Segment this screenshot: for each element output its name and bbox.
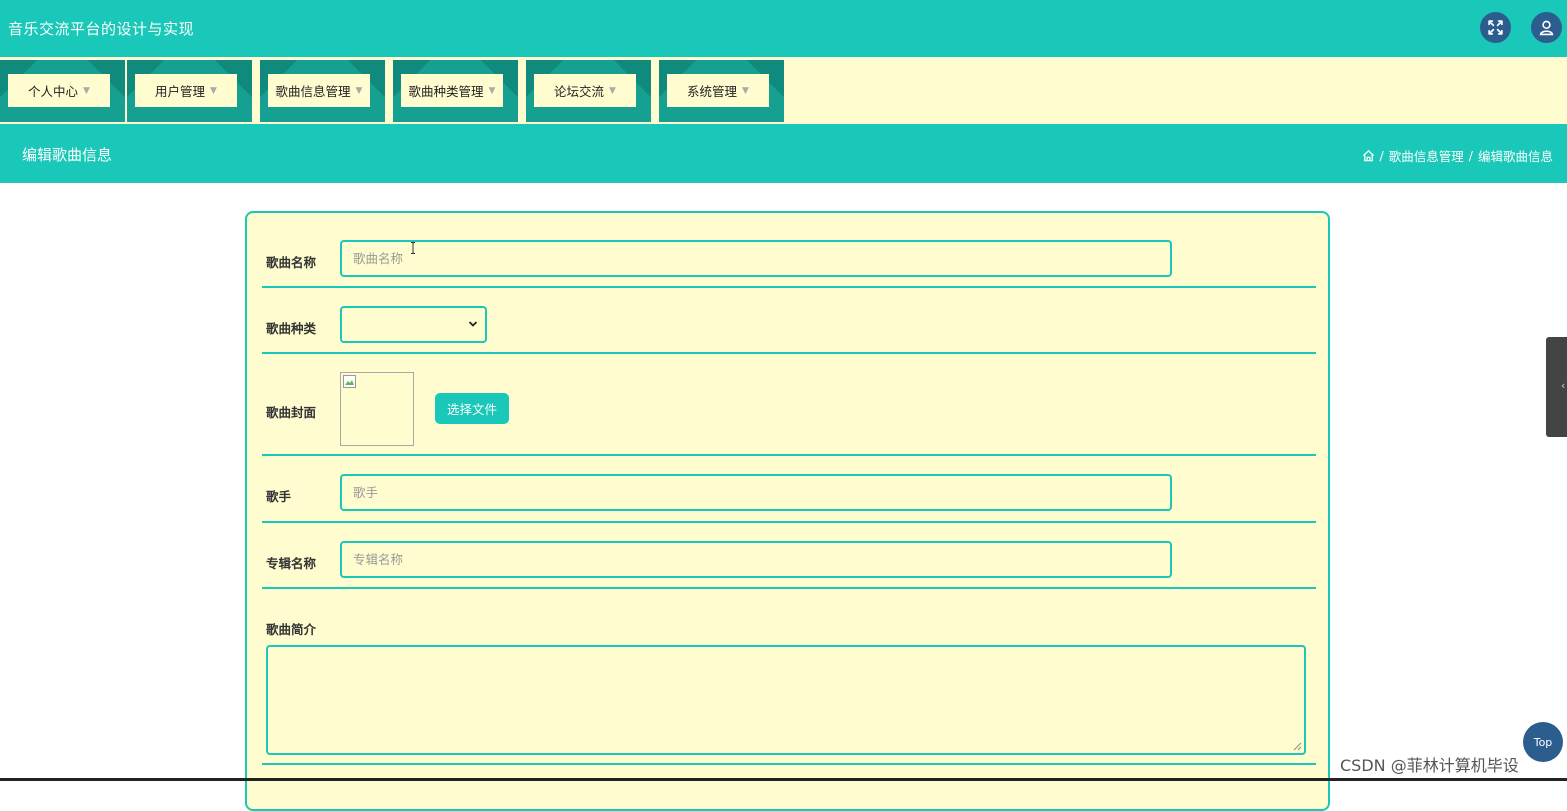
form-row-song-type: 歌曲种类 bbox=[262, 288, 1316, 354]
intro-label: 歌曲简介 bbox=[266, 622, 317, 637]
breadcrumb-item-current: 编辑歌曲信息 bbox=[1477, 149, 1553, 164]
intro-textarea[interactable] bbox=[266, 645, 1306, 755]
album-input[interactable]: 专辑名称 bbox=[340, 541, 1172, 578]
choose-file-button[interactable]: 选择文件 bbox=[435, 393, 509, 424]
breadcrumb-separator: / bbox=[1379, 148, 1384, 163]
caret-down-icon: ▼ bbox=[210, 85, 217, 96]
nav-label: 个人中心 bbox=[28, 84, 79, 99]
song-type-label: 歌曲种类 bbox=[266, 321, 317, 336]
resize-grip-icon[interactable] bbox=[1293, 742, 1302, 751]
song-name-input[interactable]: 歌曲名称 bbox=[340, 240, 1172, 277]
nav-item-song-info-management[interactable]: 歌曲信息管理 ▼ bbox=[260, 60, 385, 122]
breadcrumb-item-song-info[interactable]: 歌曲信息管理 bbox=[1389, 146, 1464, 165]
home-icon[interactable] bbox=[1362, 149, 1375, 162]
singer-label: 歌手 bbox=[266, 489, 292, 504]
song-name-label: 歌曲名称 bbox=[266, 255, 317, 270]
caret-down-icon: ▼ bbox=[355, 85, 363, 96]
nav-item-user-management[interactable]: 用户管理 ▼ bbox=[127, 60, 252, 122]
cover-preview-image bbox=[340, 372, 414, 446]
form-row-intro: 歌曲简介 bbox=[262, 589, 1316, 765]
caret-down-icon: ▼ bbox=[742, 85, 749, 96]
cover-label: 歌曲封面 bbox=[266, 405, 317, 420]
chevron-down-icon bbox=[468, 321, 478, 327]
breadcrumb: / 歌曲信息管理 / 编辑歌曲信息 bbox=[1362, 146, 1553, 165]
caret-down-icon: ▼ bbox=[488, 85, 496, 96]
caret-down-icon: ▼ bbox=[83, 85, 90, 96]
user-menu-button[interactable] bbox=[1531, 12, 1562, 43]
form-row-song-name: 歌曲名称 歌曲名称 bbox=[262, 225, 1316, 288]
nav-label: 歌曲种类管理 bbox=[408, 84, 484, 99]
app-title: 音乐交流平台的设计与实现 bbox=[8, 20, 195, 38]
watermark: CSDN @菲林计算机毕设 bbox=[1340, 756, 1519, 775]
nav-item-forum[interactable]: 论坛交流 ▼ bbox=[526, 60, 651, 122]
form-row-album: 专辑名称 专辑名称 bbox=[262, 523, 1316, 589]
album-label: 专辑名称 bbox=[266, 556, 317, 571]
form-row-singer: 歌手 歌手 bbox=[262, 456, 1316, 523]
nav-label: 论坛交流 bbox=[554, 84, 605, 99]
singer-input[interactable]: 歌手 bbox=[340, 474, 1172, 511]
text-cursor-icon bbox=[411, 242, 415, 254]
fullscreen-button[interactable] bbox=[1480, 12, 1511, 43]
nav-label: 用户管理 bbox=[155, 84, 206, 99]
top-header: 音乐交流平台的设计与实现 bbox=[0, 0, 1567, 57]
caret-down-icon: ▼ bbox=[609, 85, 616, 96]
back-to-top-button[interactable]: Top bbox=[1523, 722, 1563, 762]
broken-image-icon bbox=[343, 375, 356, 388]
nav-label: 歌曲信息管理 bbox=[275, 84, 351, 99]
song-type-select[interactable] bbox=[340, 306, 487, 343]
page-title: 编辑歌曲信息 bbox=[22, 146, 113, 164]
edit-song-form: 歌曲名称 歌曲名称 歌曲种类 歌曲封面 选择文件 歌手 歌手 专辑名称 专辑名称 bbox=[245, 211, 1330, 811]
fullscreen-icon bbox=[1488, 20, 1503, 35]
nav-item-system-management[interactable]: 系统管理 ▼ bbox=[659, 60, 784, 122]
user-icon bbox=[1539, 20, 1554, 36]
nav-item-song-type-management[interactable]: 歌曲种类管理 ▼ bbox=[393, 60, 518, 122]
main-nav: 个人中心 ▼ 用户管理 ▼ 歌曲信息管理 ▼ 歌曲种类管理 ▼ 论坛交流 ▼ 系统管理 ▼ bbox=[0, 57, 1567, 124]
nav-item-personal-center[interactable]: 个人中心 ▼ bbox=[0, 60, 125, 122]
form-row-cover: 歌曲封面 选择文件 bbox=[262, 354, 1316, 456]
nav-label: 系统管理 bbox=[687, 84, 738, 99]
page-header: 编辑歌曲信息 / 歌曲信息管理 / 编辑歌曲信息 bbox=[0, 124, 1567, 183]
chevron-left-icon: ‹ bbox=[1561, 379, 1566, 392]
breadcrumb-separator: / bbox=[1468, 148, 1473, 163]
side-drawer-tab[interactable]: ‹ bbox=[1546, 337, 1567, 437]
